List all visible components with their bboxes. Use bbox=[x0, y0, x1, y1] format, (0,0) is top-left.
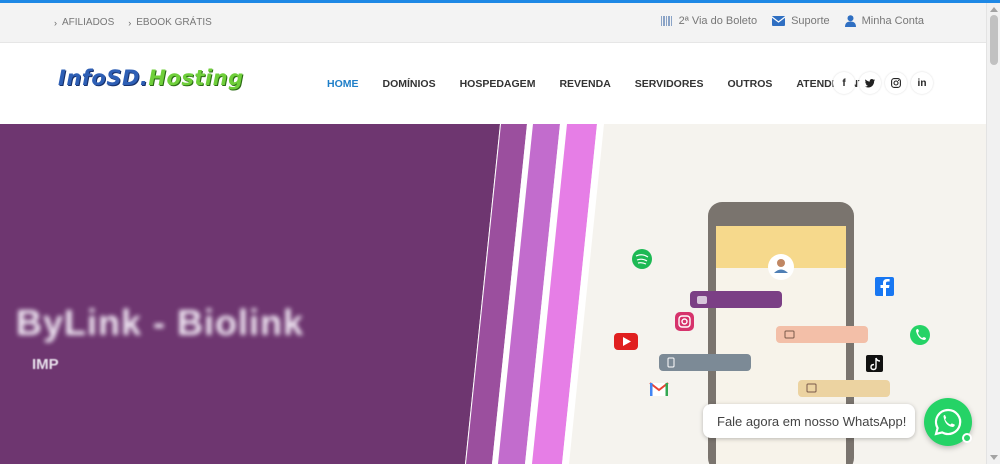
nav-item-domains[interactable]: DOMÍNIOS bbox=[383, 78, 436, 90]
scroll-down-icon[interactable] bbox=[990, 455, 998, 460]
whatsapp-chat-bubble[interactable]: Fale agora em nosso WhatsApp! bbox=[703, 404, 915, 438]
free-ebook-link[interactable]: › EBOOK GRÁTIS bbox=[128, 17, 212, 28]
user-icon bbox=[844, 15, 856, 27]
nav-item-others[interactable]: OUTROS bbox=[727, 78, 772, 90]
facebook-logo-icon bbox=[875, 277, 894, 296]
spotify-icon bbox=[632, 249, 652, 269]
barcode-icon bbox=[660, 16, 672, 26]
nav-item-home[interactable]: HOME bbox=[327, 78, 359, 90]
support-label: Suporte bbox=[791, 15, 830, 27]
envelope-icon bbox=[772, 16, 786, 26]
instagram-icon[interactable] bbox=[885, 72, 907, 94]
whatsapp-online-indicator bbox=[962, 433, 972, 443]
facebook-icon[interactable]: f bbox=[833, 72, 855, 94]
youtube-icon bbox=[614, 333, 638, 350]
gmail-icon bbox=[649, 382, 669, 396]
top-bar-right-links: 2ª Via do Boleto Suporte Minha Conta bbox=[660, 15, 924, 27]
affiliates-label: AFILIADOS bbox=[62, 17, 115, 28]
whatsapp-icon bbox=[934, 408, 962, 436]
my-account-label: Minha Conta bbox=[861, 15, 924, 27]
main-nav: HOME DOMÍNIOS HOSPEDAGEM REVENDA SERVIDO… bbox=[327, 78, 872, 90]
tiktok-icon bbox=[866, 355, 883, 372]
boleto-link[interactable]: 2ª Via do Boleto bbox=[660, 15, 758, 27]
free-ebook-label: EBOOK GRÁTIS bbox=[136, 17, 212, 28]
my-account-link[interactable]: Minha Conta bbox=[844, 15, 924, 27]
twitter-icon[interactable] bbox=[859, 72, 881, 94]
site-logo[interactable]: InfoSD.Hosting bbox=[58, 66, 244, 90]
linkedin-icon[interactable]: in bbox=[911, 72, 933, 94]
top-bar-left-links: › AFILIADOS › EBOOK GRÁTIS bbox=[54, 17, 212, 28]
chevron-right-icon: › bbox=[128, 17, 132, 28]
instagram-logo-icon bbox=[675, 312, 694, 331]
chevron-right-icon: › bbox=[54, 17, 57, 28]
social-links: f in bbox=[833, 72, 933, 94]
nav-item-servers[interactable]: SERVIDORES bbox=[635, 78, 704, 90]
affiliates-link[interactable]: › AFILIADOS bbox=[54, 17, 114, 28]
top-bar: › AFILIADOS › EBOOK GRÁTIS 2ª Via do Bol… bbox=[0, 3, 986, 43]
scroll-up-icon[interactable] bbox=[990, 7, 998, 12]
nav-item-reseller[interactable]: REVENDA bbox=[559, 78, 610, 90]
site-header: InfoSD.Hosting HOME DOMÍNIOS HOSPEDAGEM … bbox=[0, 44, 986, 124]
page-scrollbar[interactable] bbox=[986, 3, 1000, 464]
nav-item-hosting[interactable]: HOSPEDAGEM bbox=[460, 78, 536, 90]
support-link[interactable]: Suporte bbox=[772, 15, 830, 27]
logo-text-part2: Hosting bbox=[148, 66, 244, 90]
scrollbar-thumb[interactable] bbox=[990, 15, 998, 65]
logo-text-part1: InfoSD bbox=[58, 66, 140, 90]
hero-title: ByLink - Biolink bbox=[16, 302, 305, 343]
hero-subtitle: IMP bbox=[32, 356, 59, 373]
whatsapp-bubble-text: Fale agora em nosso WhatsApp! bbox=[717, 413, 907, 429]
boleto-label: 2ª Via do Boleto bbox=[678, 15, 758, 27]
whatsapp-logo-icon bbox=[910, 325, 930, 345]
